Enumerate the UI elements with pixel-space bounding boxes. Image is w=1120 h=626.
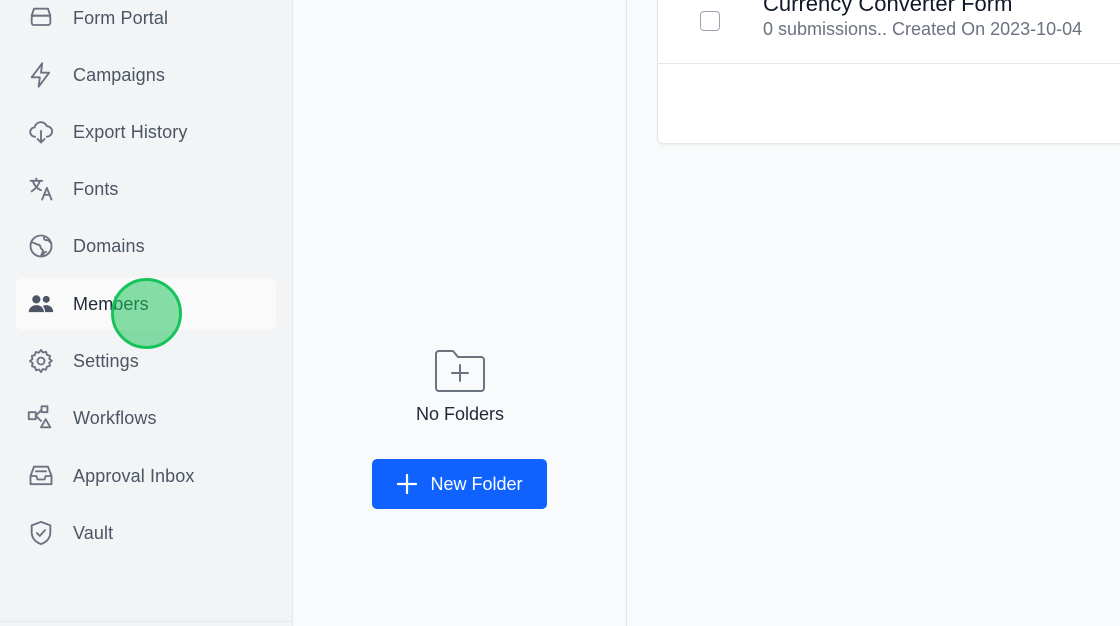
sidebar-item-label: Fonts <box>73 178 119 199</box>
workflow-icon <box>26 403 56 433</box>
sidebar-item-approval-inbox[interactable]: Approval Inbox <box>16 450 276 502</box>
sidebar-item-label: Settings <box>73 350 139 371</box>
empty-folders-message: No Folders <box>415 404 505 424</box>
sidebar: Form Portal Campaigns Export History Fon… <box>0 0 293 626</box>
translate-icon <box>26 174 56 204</box>
stack-icon <box>26 3 56 33</box>
sidebar-item-label: Workflows <box>73 407 157 428</box>
folder-plus-icon <box>435 350 485 392</box>
sidebar-item-label: Domains <box>73 235 145 256</box>
sidebar-item-settings[interactable]: Settings <box>16 335 276 387</box>
users-icon <box>26 289 56 319</box>
new-folder-button[interactable]: New Folder <box>372 459 547 509</box>
sidebar-item-label: Vault <box>73 522 114 543</box>
plus-icon <box>397 473 418 495</box>
inbox-icon <box>26 461 56 491</box>
new-folder-button-label: New Folder <box>430 473 523 494</box>
globe-icon <box>26 231 56 261</box>
sidebar-item-label: Export History <box>73 121 188 142</box>
forms-list: Currency Converter Form 0 submissions.. … <box>627 0 1120 626</box>
form-row-divider <box>658 63 1120 64</box>
cloud-download-icon <box>26 117 56 147</box>
shield-check-icon <box>26 518 56 548</box>
sidebar-item-form-portal[interactable]: Form Portal <box>16 0 276 44</box>
sidebar-item-fonts[interactable]: Fonts <box>16 163 276 215</box>
folders-panel: No Folders New Folder <box>293 0 627 626</box>
bolt-icon <box>26 60 56 90</box>
sidebar-item-label: Campaigns <box>73 64 165 85</box>
sidebar-item-members[interactable]: Members <box>16 278 276 330</box>
sidebar-item-label: Approval Inbox <box>73 465 195 486</box>
form-row-checkbox[interactable] <box>700 11 720 31</box>
forms-card: Currency Converter Form 0 submissions.. … <box>657 0 1120 144</box>
form-meta: 0 submissions.. Created On 2023-10-04 <box>763 19 1083 39</box>
sidebar-item-export-history[interactable]: Export History <box>16 106 276 158</box>
sidebar-item-label: Form Portal <box>73 7 169 28</box>
sidebar-divider <box>0 621 293 622</box>
form-title[interactable]: Currency Converter Form <box>763 0 1012 17</box>
sidebar-item-vault[interactable]: Vault <box>16 507 276 559</box>
sidebar-item-workflows[interactable]: Workflows <box>16 392 276 444</box>
sidebar-item-label: Members <box>73 293 149 314</box>
sidebar-item-domains[interactable]: Domains <box>16 220 276 272</box>
gear-icon <box>26 346 56 376</box>
sidebar-item-campaigns[interactable]: Campaigns <box>16 49 276 101</box>
